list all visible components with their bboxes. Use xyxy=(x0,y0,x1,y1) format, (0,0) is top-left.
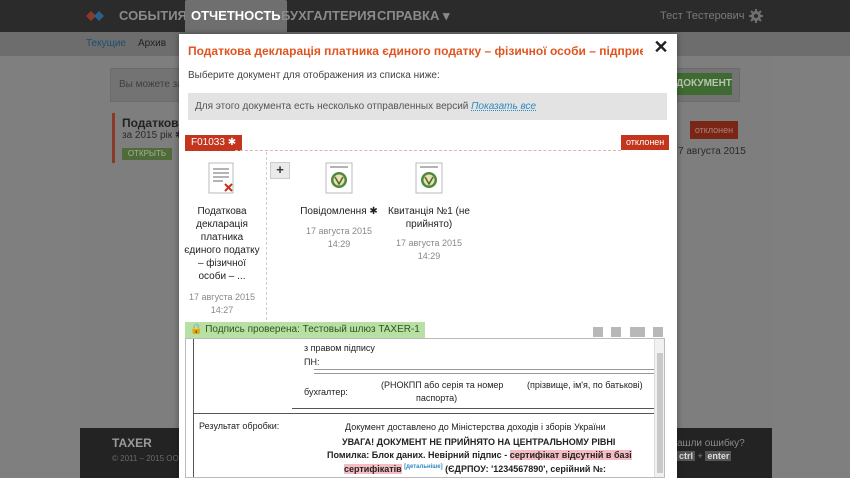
viewer-scrollbar[interactable] xyxy=(654,339,664,477)
doc-rule xyxy=(314,373,654,374)
doc-error: Помилка: Блок даних. Невірний підпис - с… xyxy=(327,449,632,461)
nav-help[interactable]: СПРАВКА ▾ xyxy=(377,0,450,32)
doc-warning: УВАГА! ДОКУМЕНТ НЕ ПРИЙНЯТО НА ЦЕНТРАЛЬН… xyxy=(342,437,616,447)
file-title: Податкова декларація платника єдиного по… xyxy=(184,206,260,282)
doc-status-strip xyxy=(112,113,115,163)
signature-bar: 🔒 Подпись проверена: Тестовый шлюз TAXER… xyxy=(185,322,665,338)
top-navigation: СОБЫТИЯ ОТЧЕТНОСТЬ БУХГАЛТЕРИЯ СПРАВКА ▾… xyxy=(0,0,850,32)
document-page: з правом підпису ПН: бухгалтер: (РНОКПП … xyxy=(193,339,656,477)
download-icon[interactable] xyxy=(592,326,603,337)
lock-icon: 🔒 xyxy=(190,324,203,335)
document-rejected-icon xyxy=(208,162,234,194)
viewer-toolbar xyxy=(588,324,663,337)
signature-verified: 🔒 Подпись проверена: Тестовый шлюз TAXER… xyxy=(185,322,425,338)
file-date-time: 14:29 xyxy=(327,239,351,249)
file-receipt[interactable]: Квитанція №1 (не прийнято) 17 августа 20… xyxy=(387,162,471,263)
file-title: Квитанція №1 (не прийнято) xyxy=(388,206,470,230)
show-all-link[interactable]: Показать все xyxy=(471,101,536,112)
doc-line-pn: ПН: xyxy=(304,357,320,367)
status-badge: отклонен xyxy=(621,135,670,150)
doc-rule xyxy=(292,408,654,409)
tab-divider xyxy=(235,150,621,151)
footer-copyright: © 2011 – 2015 ОО xyxy=(112,454,179,463)
doc-result-label: Результат обробки: xyxy=(199,421,280,431)
doc-name-hint: (прізвище, ім'я, по батькові) xyxy=(527,380,643,390)
nav-reporting[interactable]: ОТЧЕТНОСТЬ xyxy=(185,0,287,32)
modal-hint: Выберите документ для отображения из спи… xyxy=(188,70,440,81)
doc-rule xyxy=(314,369,654,370)
print-icon[interactable] xyxy=(653,326,663,337)
create-document-button[interactable]: ДОКУМЕНТ xyxy=(676,73,732,95)
footer-help-text: ашли ошибку? xyxy=(677,438,745,449)
doc-error-highlight: сертифікатів xyxy=(344,464,402,474)
file-date-time: 14:27 xyxy=(210,305,234,315)
subnav-archive[interactable]: Архив xyxy=(138,38,166,49)
footer-shortcut: ctrl + enter xyxy=(677,451,732,461)
plus-sign: + xyxy=(697,451,703,461)
file-date-day: 17 августа 2015 xyxy=(395,238,463,248)
versions-text: Для этого документа есть несколько отпра… xyxy=(195,101,469,112)
scrollbar-thumb[interactable] xyxy=(657,353,663,473)
file-date: 17 августа 2015 14:29 xyxy=(297,225,381,251)
versions-notice: Для этого документа есть несколько отпра… xyxy=(188,93,667,120)
document-code-tab[interactable]: F01033 ✱ xyxy=(185,135,243,151)
file-date-day: 17 августа 2015 xyxy=(305,226,373,236)
doc-delivered: Документ доставлено до Міністерства дохо… xyxy=(345,422,606,432)
doc-passport: паспорта) xyxy=(416,393,458,403)
background-status-badge: отклонен xyxy=(690,121,738,139)
close-icon[interactable]: ✕ xyxy=(653,38,669,56)
doc-rnokpp: (РНОКПП або серія та номер xyxy=(381,380,504,390)
doc-rule xyxy=(194,413,656,414)
document-modal: Податкова декларація платника єдиного по… xyxy=(179,34,677,478)
doc-line-signing: з правом підпису xyxy=(304,343,375,353)
doc-error-highlight: сертифікат відсутній в базі xyxy=(509,450,632,460)
file-date-day: 17 августа 2015 xyxy=(188,292,256,302)
subnav-current[interactable]: Текущие xyxy=(86,38,126,49)
ctrl-key: ctrl xyxy=(677,451,696,461)
doc-error-suffix: (ЄДРПОУ: '1234567890', серійний №: xyxy=(442,464,606,474)
background-doc-title[interactable]: Податкова xyxy=(122,116,185,130)
file-declaration[interactable]: Податкова декларація платника єдиного по… xyxy=(184,162,260,317)
gear-icon[interactable] xyxy=(749,9,763,23)
file-date-time: 14:29 xyxy=(417,251,441,261)
details-link[interactable]: [детальніше] xyxy=(404,464,442,470)
doc-error-cont: сертифікатів [детальніше] (ЄДРПОУ: '1234… xyxy=(344,461,606,475)
open-button[interactable]: ОТКРЫТЬ xyxy=(122,148,172,160)
save-icon[interactable] xyxy=(611,326,622,337)
file-notification[interactable]: Повідомлення ✱ 17 августа 2015 14:29 xyxy=(297,162,381,251)
file-date: 17 августа 2015 14:27 xyxy=(184,291,260,317)
background-doc-period: за 2015 рік ✱ xyxy=(122,130,184,141)
signature-text: Подпись проверена: Тестовый шлюз TAXER-1 xyxy=(205,324,420,335)
add-button[interactable]: + xyxy=(270,162,290,179)
modal-title: Податкова декларація платника єдиного по… xyxy=(188,44,643,58)
xml-icon[interactable] xyxy=(629,326,645,337)
document-emblem-icon xyxy=(325,162,353,194)
footer-logo: TAXER xyxy=(112,436,152,450)
create-hint: Вы можете за xyxy=(119,79,183,90)
nav-events[interactable]: СОБЫТИЯ xyxy=(119,0,187,32)
file-date: 17 августа 2015 14:29 xyxy=(387,237,471,263)
taxer-logo-icon[interactable] xyxy=(86,9,104,23)
document-viewer[interactable]: з правом підпису ПН: бухгалтер: (РНОКПП … xyxy=(185,338,665,478)
enter-key: enter xyxy=(705,451,732,461)
background-doc-date: 7 августа 2015 xyxy=(678,146,746,157)
file-title: Повідомлення ✱ xyxy=(300,206,378,217)
doc-accountant: бухгалтер: xyxy=(304,387,348,397)
nav-accounting[interactable]: БУХГАЛТЕРИЯ xyxy=(281,0,376,32)
document-emblem-icon xyxy=(415,162,443,194)
doc-error-prefix: Помилка: Блок даних. Невірний підпис - xyxy=(327,450,510,460)
files-divider xyxy=(266,152,267,320)
user-name[interactable]: Тест Тестерович xyxy=(660,0,745,32)
